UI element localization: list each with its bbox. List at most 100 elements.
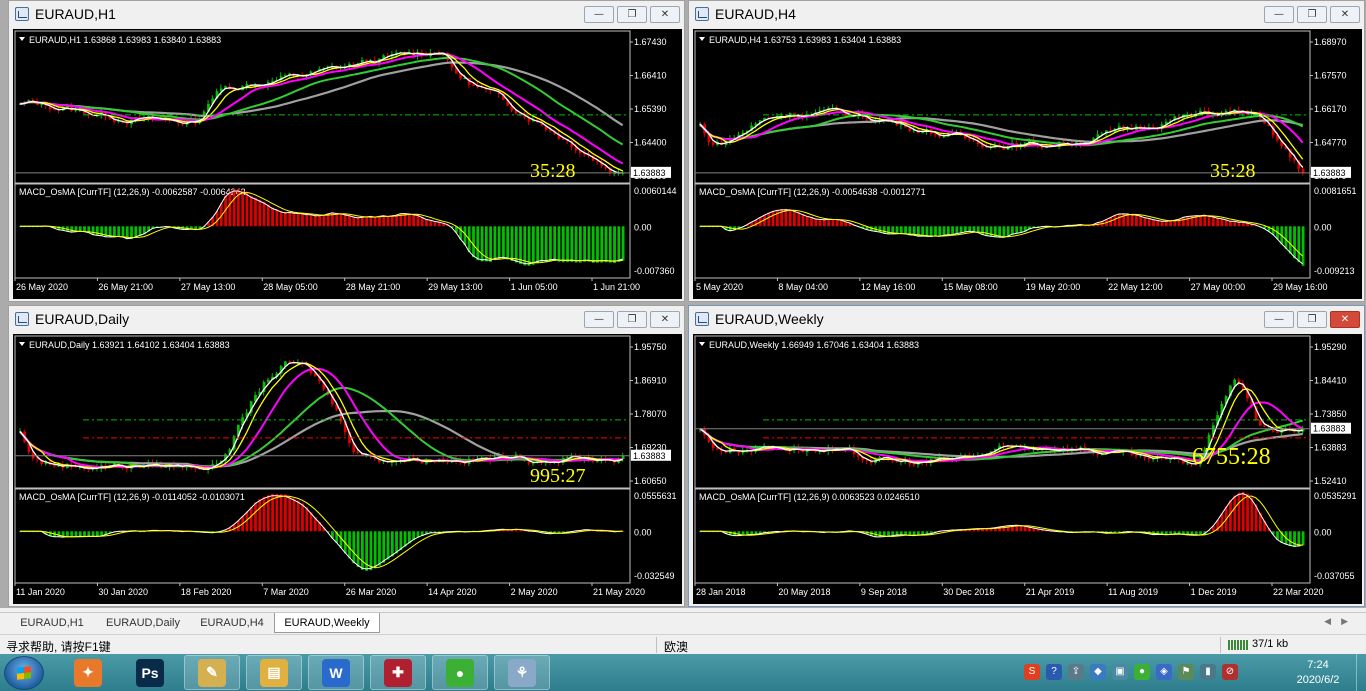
time-axis-label: 15 May 08:00 xyxy=(943,282,998,292)
osma-bar xyxy=(254,502,257,532)
start-button[interactable] xyxy=(4,656,44,690)
osma-bar xyxy=(531,226,535,265)
osma-bar xyxy=(369,531,373,571)
osma-bar xyxy=(934,226,937,237)
taskbar-clock[interactable]: 7:24 2020/6/2 xyxy=(1288,658,1348,688)
network-drive-icon[interactable]: ▣ xyxy=(1112,664,1128,680)
taskbar-app-button[interactable]: ✚ xyxy=(370,655,426,690)
volume-mute-icon[interactable]: ⊘ xyxy=(1222,664,1238,680)
wechat-tray-icon[interactable]: ● xyxy=(1134,664,1150,680)
osma-bar xyxy=(514,226,518,263)
sogou-icon[interactable]: S xyxy=(1024,664,1040,680)
osma-bar xyxy=(249,507,253,532)
chart-window-icon xyxy=(695,312,709,326)
osma-bar xyxy=(1182,216,1185,227)
candle-countdown-timer: 35:28 xyxy=(1210,160,1256,182)
chart-window-weekly[interactable]: EURAUD,Weekly — ❐ ✕ EURAUD,Weekly 1.66949 1.… xyxy=(688,305,1365,607)
window-titlebar[interactable]: EURAUD,H1 — ❐ ✕ xyxy=(9,1,684,27)
osma-bar xyxy=(805,215,809,227)
osma-bar xyxy=(878,226,882,233)
window-titlebar[interactable]: EURAUD,Daily — ❐ ✕ xyxy=(9,306,684,332)
osma-bar xyxy=(827,219,831,227)
price-chart[interactable]: EURAUD,H1 1.63868 1.63983 1.63840 1.6388… xyxy=(13,29,682,299)
restore-button[interactable]: ❐ xyxy=(1297,311,1327,328)
taskbar-app-button[interactable]: W xyxy=(308,655,364,690)
close-button[interactable]: ✕ xyxy=(1330,6,1360,23)
taskbar-app-button[interactable]: ⚘ xyxy=(494,655,550,690)
time-axis-label: 26 May 21:00 xyxy=(98,282,153,292)
candle-body xyxy=(53,109,56,111)
signal-icon[interactable]: ▮ xyxy=(1200,664,1216,680)
window-titlebar[interactable]: EURAUD,Weekly — ❐ ✕ xyxy=(689,306,1364,332)
taskbar-app-button[interactable]: ● xyxy=(432,655,488,690)
tab-euraud-daily[interactable]: EURAUD,Daily xyxy=(96,613,190,633)
osma-bar xyxy=(608,226,612,263)
tab-euraud-h4[interactable]: EURAUD,H4 xyxy=(192,613,272,633)
osma-bar xyxy=(587,226,591,262)
candles xyxy=(19,359,625,474)
minimize-button[interactable]: — xyxy=(584,311,614,328)
taskbar-app-button[interactable]: Ps xyxy=(122,655,178,690)
price-axis-label: 1.60650 xyxy=(634,476,667,486)
osma-bar xyxy=(1211,216,1215,227)
price-axis-label: 1.67430 xyxy=(634,37,667,47)
indicator-axis-label: 0.00 xyxy=(634,222,652,232)
chart-window-daily[interactable]: EURAUD,Daily — ❐ ✕ EURAUD,Daily 1.63921 1.64… xyxy=(8,305,685,607)
minimize-button[interactable]: — xyxy=(1264,311,1294,328)
osma-bar xyxy=(322,214,326,227)
osma-bar xyxy=(822,219,826,227)
osma-bar xyxy=(1139,215,1143,227)
osma-bar xyxy=(296,212,300,227)
taskbar-app-button[interactable]: ✦ xyxy=(60,655,116,690)
minimize-button[interactable]: — xyxy=(1264,6,1294,23)
restore-button[interactable]: ❐ xyxy=(1297,6,1327,23)
minimize-button[interactable]: — xyxy=(584,6,614,23)
time-axis-label: 5 May 2020 xyxy=(696,282,743,292)
time-axis-label: 27 May 00:00 xyxy=(1191,282,1246,292)
tab-euraud-h1[interactable]: EURAUD,H1 xyxy=(10,613,94,633)
show-desktop-button[interactable] xyxy=(1356,654,1366,691)
close-button[interactable]: ✕ xyxy=(650,6,680,23)
restore-button[interactable]: ❐ xyxy=(617,311,647,328)
time-axis-label: 21 May 2020 xyxy=(593,587,645,597)
indicator-axis-label: 0.00 xyxy=(634,527,652,537)
chart-window-h1[interactable]: EURAUD,H1 — ❐ ✕ EURAUD,H1 1.63868 1.63983 1.… xyxy=(8,0,685,302)
flag-icon[interactable]: ⚑ xyxy=(1178,664,1194,680)
tab-scroll-arrows[interactable]: ◀▶ xyxy=(1324,616,1358,627)
osma-bar xyxy=(502,226,505,259)
osma-bar xyxy=(1297,226,1301,263)
chart-tabs: EURAUD,H1 EURAUD,Daily EURAUD,H4 EURAUD,… xyxy=(0,612,1366,633)
close-button[interactable]: ✕ xyxy=(1330,311,1360,328)
security-icon[interactable]: ◆ xyxy=(1090,664,1106,680)
shield-icon[interactable]: ◈ xyxy=(1156,664,1172,680)
osma-bar xyxy=(305,213,309,227)
candle-body xyxy=(266,379,270,382)
taskbar-app-button[interactable]: ✎ xyxy=(184,655,240,690)
osma-bar xyxy=(831,219,835,227)
close-button[interactable]: ✕ xyxy=(650,311,680,328)
osma-bar xyxy=(279,494,283,532)
tab-euraud-weekly[interactable]: EURAUD,Weekly xyxy=(274,613,380,633)
osma-bar xyxy=(121,226,125,238)
chart-window-h4[interactable]: EURAUD,H4 — ❐ ✕ EURAUD,H4 1.63753 1.63983 1.… xyxy=(688,0,1365,302)
osma-bar xyxy=(1164,221,1168,227)
taskbar-app-button[interactable]: ▤ xyxy=(246,655,302,690)
chart-header-ohlc: EURAUD,H1 1.63868 1.63983 1.63840 1.6388… xyxy=(29,35,221,45)
osma-bar xyxy=(510,226,514,262)
window-titlebar[interactable]: EURAUD,H4 — ❐ ✕ xyxy=(689,1,1364,27)
restore-button[interactable]: ❐ xyxy=(617,6,647,23)
help-tray-icon[interactable]: ? xyxy=(1046,664,1062,680)
price-chart[interactable]: EURAUD,H4 1.63753 1.63983 1.63404 1.6388… xyxy=(693,29,1362,299)
time-axis-label: 11 Aug 2019 xyxy=(1108,587,1158,597)
price-chart[interactable]: EURAUD,Weekly 1.66949 1.67046 1.63404 1.… xyxy=(693,334,1362,604)
osma-bar xyxy=(117,226,121,237)
candle-body xyxy=(1263,425,1267,427)
usb-icon[interactable]: ⇪ xyxy=(1068,664,1084,680)
osma-bar xyxy=(91,226,95,236)
moving-average-line xyxy=(19,56,624,146)
osma-bar xyxy=(279,211,283,227)
indicator-axis-label: 0.0555631 xyxy=(634,491,677,501)
osma-bar xyxy=(356,531,360,567)
price-chart[interactable]: EURAUD,Daily 1.63921 1.64102 1.63404 1.6… xyxy=(13,334,682,604)
osma-bar xyxy=(87,531,91,537)
